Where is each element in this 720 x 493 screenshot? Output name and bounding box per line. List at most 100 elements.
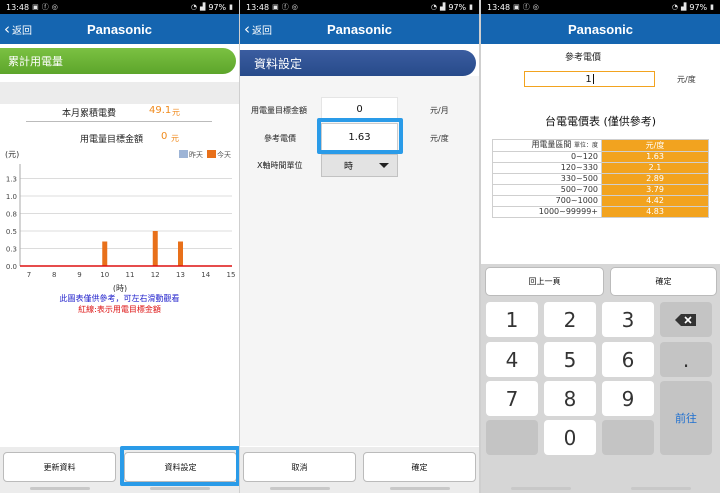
table-row: 1000~99999+ 4.83 xyxy=(492,206,709,218)
key-5[interactable]: 5 xyxy=(544,342,596,377)
price-label: 參考電價 xyxy=(565,53,602,63)
month-cost-unit: 元 xyxy=(172,108,180,117)
numeric-keypad: 回上一頁 確定 1 2 3 4 5 6 . 7 8 9 前往 0 xyxy=(481,264,720,493)
legend-label-yesterday: 昨天 xyxy=(189,150,203,159)
blank-key xyxy=(602,420,654,455)
table-header-price: 元/度 xyxy=(601,139,709,152)
key-6[interactable]: 6 xyxy=(602,342,654,377)
bar-today xyxy=(178,241,183,266)
confirm-button[interactable]: 確定 xyxy=(610,267,717,296)
legend-label-today: 今天 xyxy=(217,150,231,159)
confirm-button[interactable]: 確定 xyxy=(363,452,476,482)
battery-level: 97% xyxy=(448,2,467,12)
y-tick-label: 0.5 xyxy=(6,228,17,236)
key-7[interactable]: 7 xyxy=(486,381,538,416)
app-title: Panasonic xyxy=(567,21,634,37)
target-unit: 元 xyxy=(171,134,179,143)
x-tick-label: 12 xyxy=(151,271,160,279)
bar-today xyxy=(152,231,158,266)
gesture-bar xyxy=(270,487,330,490)
status-time: 13:48 xyxy=(487,2,511,12)
legend-swatch-today xyxy=(207,150,216,158)
section-title-bar: 資料設定 xyxy=(240,50,476,76)
battery-icon: ▮ xyxy=(229,3,233,11)
usage-chart[interactable]: (元) 昨天 今天 0.0 0.3 0.5 0.8 1.0 1.3 7 8 9 10 11 12 13… xyxy=(0,146,239,292)
target-amount-label: 用電量目標金額 xyxy=(251,106,307,115)
divider xyxy=(26,121,212,122)
chevron-left-icon: ‹ xyxy=(4,19,10,38)
image-icon: ▣ xyxy=(32,3,39,11)
battery-icon: ▮ xyxy=(710,3,714,11)
key-3[interactable]: 3 xyxy=(602,302,654,337)
table-row: 500~700 3.79 xyxy=(492,184,709,196)
app-title: Panasonic xyxy=(86,21,153,37)
target-amount-unit: 元/月 xyxy=(430,106,449,115)
gesture-bar xyxy=(511,487,571,490)
wifi-icon: ◔ xyxy=(190,3,197,11)
price-label: 參考電價 xyxy=(264,134,296,143)
section-title: 資料設定 xyxy=(254,56,303,71)
table-header-row: 用電量區間 單位：度 元/度 xyxy=(492,139,709,152)
table-row: 120~330 2.1 xyxy=(492,162,709,174)
price-table-title: 台電電價表 (僅供參考) xyxy=(544,115,657,128)
usage-screen: 13:48 ▣ ⓕ ◎ ◔ ▟ 97% ▮ ‹ 返回 Panasonic 累計用… xyxy=(0,0,239,493)
nav-bar: Panasonic xyxy=(481,14,720,44)
wifi-icon: ◔ xyxy=(671,3,678,11)
x-tick-label: 13 xyxy=(176,271,185,279)
price-input[interactable]: 1 xyxy=(524,71,655,87)
back-button[interactable]: ‹ 返回 xyxy=(244,14,272,44)
key-0[interactable]: 0 xyxy=(544,420,596,455)
target-label: 用電量目標金額 xyxy=(80,135,144,145)
x-tick-label: 14 xyxy=(201,271,210,279)
status-bar: 13:48 ▣ ⓕ ◎ ◔ ▟ 97% ▮ xyxy=(240,0,479,14)
key-8[interactable]: 8 xyxy=(544,381,596,416)
month-cost-value: 49.1 xyxy=(149,105,172,116)
key-2[interactable]: 2 xyxy=(544,302,596,337)
gesture-bar xyxy=(150,487,210,490)
xaxis-unit-select[interactable]: 時 xyxy=(321,154,398,177)
highlight-box xyxy=(120,446,239,486)
circle-app-icon: ◎ xyxy=(51,3,58,11)
facebook-icon: ⓕ xyxy=(522,3,530,11)
key-9[interactable]: 9 xyxy=(602,381,654,416)
price-input-screen: 13:48 ▣ ⓕ ◎ ◔ ▟ 97% ▮ Panasonic 參考電價 1 元… xyxy=(481,0,720,493)
cancel-button[interactable]: 取消 xyxy=(243,452,356,482)
status-time: 13:48 xyxy=(6,2,30,12)
key-1[interactable]: 1 xyxy=(486,302,538,337)
spacer-band xyxy=(0,82,239,104)
table-header-range: 用電量區間 單位：度 xyxy=(492,139,602,152)
xaxis-unit-label: X軸時間單位 xyxy=(257,161,303,170)
xaxis-unit-value: 時 xyxy=(344,162,354,172)
back-button[interactable]: ‹ 返回 xyxy=(4,14,32,44)
circle-app-icon: ◎ xyxy=(532,3,539,11)
signal-icon: ▟ xyxy=(199,3,206,11)
facebook-icon: ⓕ xyxy=(281,3,289,11)
backspace-key[interactable] xyxy=(660,302,712,337)
y-tick-label: 0.3 xyxy=(6,246,17,254)
chart-note: 此圖表僅供參考，可左右滑動觀看 xyxy=(59,294,180,303)
image-icon: ▣ xyxy=(272,3,279,11)
facebook-icon: ⓕ xyxy=(41,3,49,11)
nav-bar: ‹ 返回 Panasonic xyxy=(240,14,479,44)
y-tick-label: 0.0 xyxy=(6,263,17,271)
target-value: 0 xyxy=(161,131,168,142)
key-4[interactable]: 4 xyxy=(486,342,538,377)
signal-icon: ▟ xyxy=(680,3,687,11)
battery-icon: ▮ xyxy=(469,3,473,11)
back-label: 返回 xyxy=(252,25,272,37)
refresh-data-button[interactable]: 更新資料 xyxy=(3,452,116,482)
target-line-note: 紅線:表示用電目標金額 xyxy=(78,305,161,314)
x-tick-label: 7 xyxy=(27,271,31,279)
text-cursor xyxy=(592,74,594,84)
chart-ylabel: (元) xyxy=(5,150,19,159)
x-tick-label: 9 xyxy=(77,271,81,279)
status-bar: 13:48 ▣ ⓕ ◎ ◔ ▟ 97% ▮ xyxy=(481,0,720,14)
previous-page-button[interactable]: 回上一頁 xyxy=(485,267,604,296)
x-tick-label: 15 xyxy=(227,271,236,279)
gesture-bar xyxy=(631,487,691,490)
key-dot[interactable]: . xyxy=(660,342,712,377)
price-unit: 元/度 xyxy=(430,134,449,143)
go-key[interactable]: 前往 xyxy=(660,381,712,455)
price-input-value: 1 xyxy=(585,73,592,85)
back-label: 返回 xyxy=(12,25,32,37)
